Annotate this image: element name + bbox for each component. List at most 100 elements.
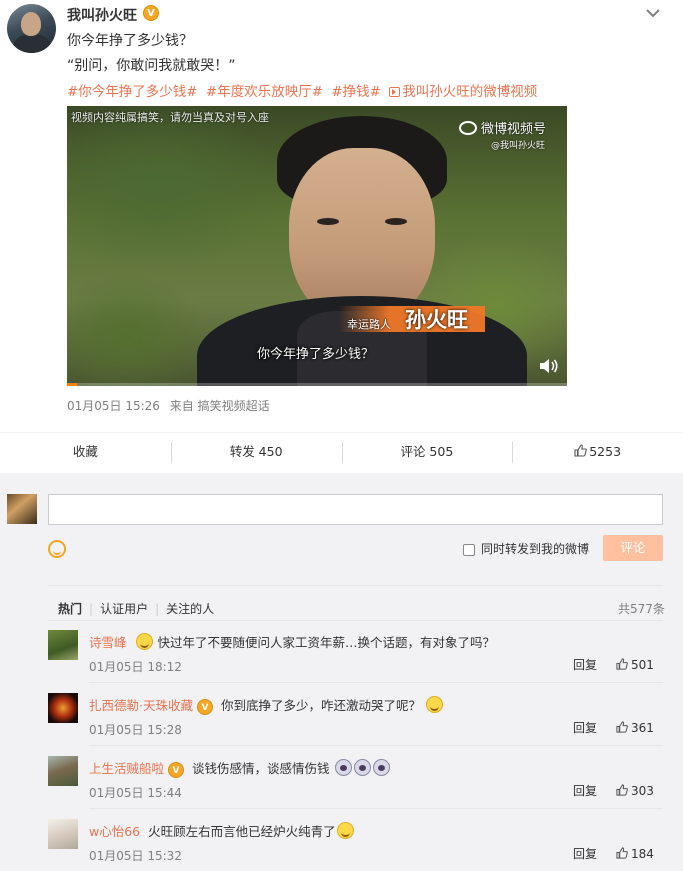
comment-like-count: 303	[631, 784, 654, 798]
forward-checkbox-label[interactable]: 同时转发到我的微博	[481, 540, 589, 557]
hashtag-link[interactable]: #年度欢乐放映厅#	[206, 84, 323, 100]
smiley-icon[interactable]	[48, 540, 66, 558]
comment-text: 你到底挣了多少，咋还激动哭了呢？	[220, 698, 421, 713]
video-label-name: 孙火旺	[405, 308, 468, 332]
comment-section: 同时转发到我的微博 评论 热门 | 认证用户 | 关注的人 共577条 诗雪峰 快过年了…	[0, 473, 683, 871]
author-avatar[interactable]	[7, 4, 56, 53]
comment-item: 扎西德勒·天珠收藏 V 你到底挣了多少，咋还激动哭了呢？ 01月05日 15:28 …	[0, 693, 683, 756]
video-link[interactable]: 我叫孙火旺的微博视频	[389, 84, 541, 100]
crying-laugh-emoji-icon	[135, 633, 153, 650]
video-link-label: 我叫孙火旺的微博视频	[402, 84, 538, 100]
post-meta: 01月05日 15:26 来自 搞笑视频超话	[67, 397, 270, 414]
crying-dog-emoji-icon	[353, 759, 371, 776]
reply-button[interactable]: 回复	[573, 656, 597, 673]
video-frame-eye	[385, 218, 407, 225]
divider	[89, 808, 663, 809]
verified-badge-icon: V	[168, 762, 185, 778]
submit-comment-button[interactable]: 评论	[603, 535, 663, 561]
video-progress-bar[interactable]	[67, 383, 567, 386]
commenter-name[interactable]: 诗雪峰	[89, 635, 127, 650]
author-name[interactable]: 我叫孙火旺	[67, 5, 137, 25]
forward-checkbox[interactable]	[463, 544, 475, 556]
post-action-bar: 收藏 转发 450 评论 505 5253	[0, 432, 683, 472]
comment-like-button[interactable]: 501	[616, 658, 654, 672]
commenter-name[interactable]: w心怡66	[89, 824, 140, 839]
comment-time: 01月05日 15:32	[89, 849, 182, 863]
thumbs-up-icon	[616, 721, 628, 733]
commenter-avatar[interactable]	[48, 756, 78, 786]
crying-dog-emoji-icon	[372, 759, 390, 776]
commenter-name[interactable]: 上生活贼船啦	[89, 761, 164, 776]
volume-icon[interactable]	[539, 358, 559, 374]
thumbs-up-icon	[574, 444, 588, 457]
comment-total: 共577条	[618, 602, 665, 616]
comment-like-count: 184	[631, 847, 654, 861]
thumbs-up-icon	[616, 784, 628, 796]
collect-button[interactable]: 收藏	[0, 433, 171, 472]
comment-like-count: 361	[631, 721, 654, 735]
tab-verified[interactable]: 认证用户	[100, 600, 148, 617]
tab-hot[interactable]: 热门	[58, 600, 82, 617]
forward-button[interactable]: 转发 450	[170, 433, 342, 472]
comment-text: 火旺顾左右而言他已经炉火纯青了	[148, 824, 336, 839]
weibo-post-card: 我叫孙火旺 V 你今年挣了多少钱？ “别问，你敢问我就敢哭！” #你今年挣了多少…	[0, 0, 683, 473]
verified-badge-icon: V	[143, 5, 159, 21]
reply-button[interactable]: 回复	[573, 845, 597, 862]
comment-item: w心怡66 火旺顾左右而言他已经炉火纯青了 01月05日 15:32 回复 184	[0, 819, 683, 871]
post-date[interactable]: 01月05日 15:26	[67, 399, 160, 413]
tab-separator: |	[89, 602, 94, 616]
divider	[48, 585, 663, 586]
crying-laugh-emoji-icon	[336, 822, 354, 839]
post-tags: #你今年挣了多少钱# #年度欢乐放映厅# #挣钱# 我叫孙火旺的微博视频	[67, 80, 545, 100]
comment-time: 01月05日 15:28	[89, 723, 182, 737]
comment-like-button[interactable]: 184	[616, 847, 654, 861]
tab-separator: |	[155, 602, 160, 616]
comment-line: w心怡66 火旺顾左右而言他已经炉火纯青了	[89, 821, 355, 840]
weibo-video-logo: 微博视频号	[459, 118, 546, 137]
comment-text: 快过年了不要随便问人家工资年薪…换个话题，有对象了吗？	[157, 635, 496, 650]
commenter-name[interactable]: 扎西德勒·天珠收藏	[89, 698, 193, 713]
video-frame-eye	[317, 218, 339, 225]
video-subtitle: 你今年挣了多少钱？	[257, 347, 375, 362]
comment-time: 01月05日 15:44	[89, 786, 182, 800]
comment-line: 诗雪峰 快过年了不要随便问人家工资年薪…换个话题，有对象了吗？	[89, 632, 495, 651]
divider	[48, 620, 663, 621]
divider	[89, 745, 663, 746]
thumbs-up-icon	[616, 658, 628, 670]
comment-button[interactable]: 评论 505	[341, 433, 513, 472]
comment-like-button[interactable]: 361	[616, 721, 654, 735]
comment-like-button[interactable]: 303	[616, 784, 654, 798]
video-logo-handle: @我叫孙火旺	[491, 141, 546, 151]
reply-button[interactable]: 回复	[573, 719, 597, 736]
verified-badge-icon: V	[196, 699, 213, 715]
post-source[interactable]: 来自 搞笑视频超话	[170, 399, 270, 413]
video-progress-fill	[67, 383, 77, 386]
laughing-emoji-icon	[425, 696, 443, 713]
crying-dog-emoji-icon	[334, 759, 352, 776]
comment-input[interactable]	[48, 494, 663, 525]
hashtag-link[interactable]: #挣钱#	[331, 84, 381, 100]
weibo-eye-icon	[459, 121, 477, 135]
post-text-line1: 你今年挣了多少钱？	[67, 33, 193, 49]
video-logo-text: 微博视频号	[481, 122, 547, 137]
like-button[interactable]: 5253	[512, 433, 683, 472]
divider	[89, 682, 663, 683]
comment-filter-tabs: 热门 | 认证用户 | 关注的人	[58, 600, 214, 617]
video-link-icon	[389, 87, 401, 97]
comment-time: 01月05日 18:12	[89, 660, 182, 674]
commenter-avatar[interactable]	[48, 819, 78, 849]
video-label-small: 幸运路人	[347, 318, 391, 331]
commenter-avatar[interactable]	[48, 693, 78, 723]
comment-line: 扎西德勒·天珠收藏 V 你到底挣了多少，咋还激动哭了呢？	[89, 695, 444, 715]
chevron-down-icon[interactable]	[645, 8, 661, 18]
commenter-avatar[interactable]	[48, 630, 78, 660]
hashtag-link[interactable]: #你今年挣了多少钱#	[67, 84, 198, 100]
reply-button[interactable]: 回复	[573, 782, 597, 799]
video-player[interactable]: 视频内容纯属搞笑，请勿当真及对号入座 微博视频号 @我叫孙火旺 幸运路人 孙火旺…	[67, 106, 567, 386]
my-avatar[interactable]	[7, 494, 37, 524]
video-notice: 视频内容纯属搞笑，请勿当真及对号入座	[71, 111, 269, 124]
comment-text: 谈钱伤感情，谈感情伤钱	[192, 761, 330, 776]
comment-item: 上生活贼船啦 V 谈钱伤感情，谈感情伤钱 01月05日 15:44 回复 303	[0, 756, 683, 819]
tab-following[interactable]: 关注的人	[166, 600, 214, 617]
post-text-line2: “别问，你敢问我就敢哭！”	[67, 58, 236, 74]
